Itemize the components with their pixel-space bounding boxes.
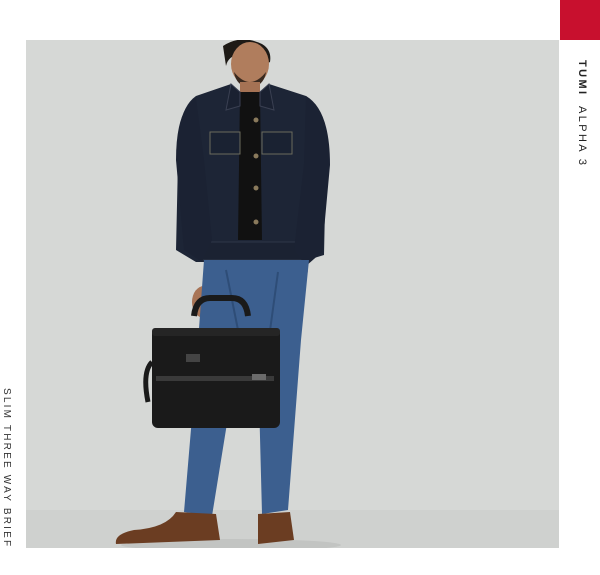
right-boot	[258, 512, 294, 544]
product-name: SLIM THREE WAY BRIEF	[1, 388, 12, 549]
jacket-button	[253, 185, 259, 191]
jacket-button	[253, 219, 259, 225]
product-label-vertical: SLIM THREE WAY BRIEF	[0, 388, 14, 575]
left-chest-pocket	[209, 131, 241, 155]
brand-color-swatch	[560, 0, 600, 40]
jacket-button	[253, 117, 259, 123]
briefcase-logo-plate	[252, 374, 266, 380]
jacket-button	[253, 153, 259, 159]
brand-label-vertical: TUMI ALPHA 3	[566, 60, 596, 200]
jacket-waistband	[200, 241, 312, 261]
brand-collection: ALPHA 3	[576, 105, 588, 168]
right-chest-pocket	[261, 131, 293, 155]
brand-name: TUMI	[576, 60, 588, 97]
black-tshirt	[238, 92, 262, 240]
briefcase-logo-tab	[186, 354, 200, 362]
product-photo	[26, 40, 559, 548]
bag-strap	[143, 360, 154, 403]
model-with-bag-illustration	[26, 40, 559, 548]
briefcase-top	[152, 328, 280, 336]
